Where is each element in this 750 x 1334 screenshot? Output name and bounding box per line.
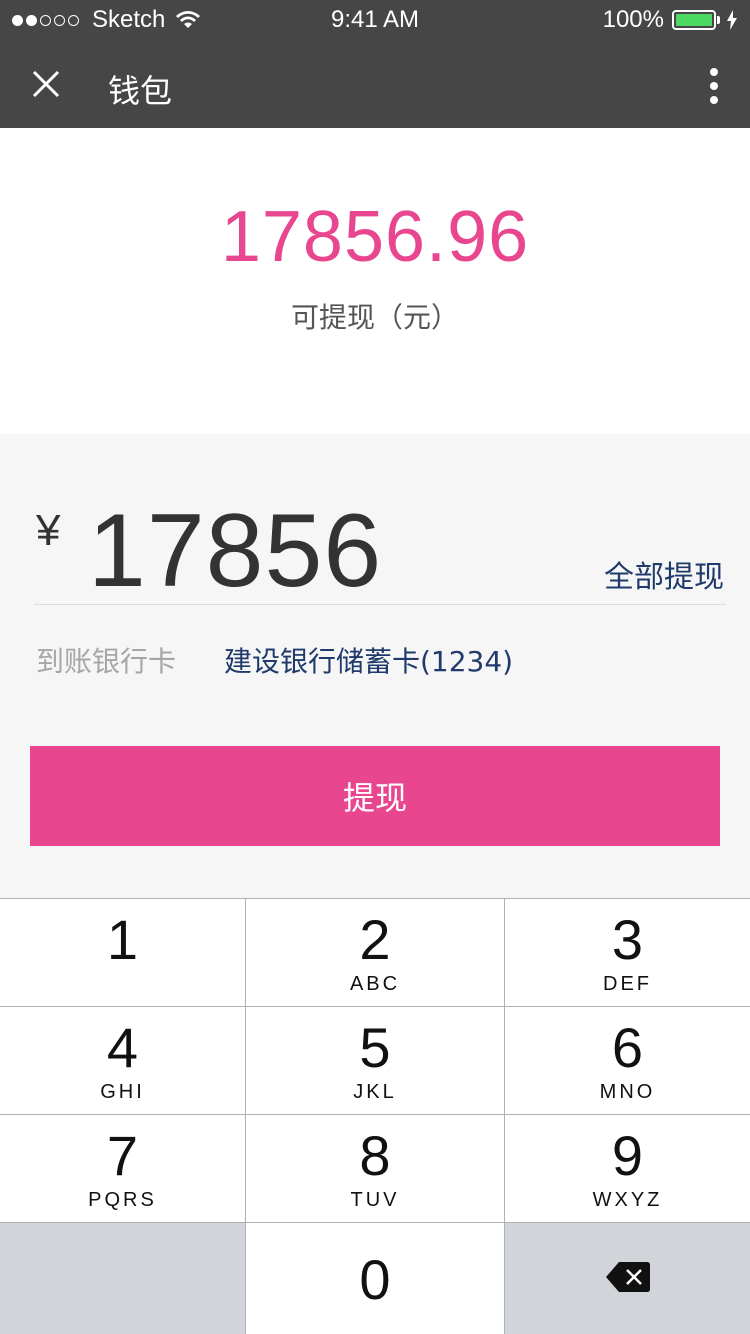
more-dot-icon — [710, 68, 718, 76]
bank-card-label: 到账银行卡 — [36, 645, 177, 678]
key-digit: 3 — [611, 908, 644, 971]
key-letters: JKL — [353, 1081, 397, 1103]
key-letters: WXYZ — [592, 1189, 663, 1211]
status-right: 100% — [603, 6, 738, 34]
page-title: 钱包 — [108, 72, 173, 110]
withdraw-button[interactable]: 提现 — [30, 746, 720, 846]
key-digit: 4 — [106, 1016, 139, 1079]
balance-label: 可提现（元） — [290, 301, 459, 334]
currency-symbol: ¥ — [36, 506, 61, 555]
key-letters: MNO — [599, 1081, 656, 1103]
key-letters: GHI — [100, 1081, 145, 1103]
key-letters: PQRS — [88, 1189, 157, 1211]
balance-amount: 17856.96 — [220, 197, 530, 277]
key-digit: 0 — [359, 1248, 391, 1311]
more-button[interactable] — [698, 64, 730, 108]
battery-icon — [672, 10, 716, 30]
amount-input[interactable]: 17856 — [88, 492, 382, 611]
divider — [34, 604, 726, 605]
withdraw-all-link[interactable]: 全部提现 — [604, 552, 724, 596]
numeric-keypad: 1 2 ABC 3 DEF 4 GHI 5 JKL 6 MNO 7 PQRS 8… — [0, 898, 750, 1334]
key-letters: ABC — [349, 973, 401, 995]
nav-bar: 钱包 — [0, 40, 750, 128]
key-digit: 5 — [359, 1016, 391, 1079]
key-digit: 9 — [611, 1124, 644, 1187]
key-4[interactable]: 4 GHI — [0, 1007, 245, 1114]
key-5[interactable]: 5 JKL — [246, 1007, 504, 1114]
backspace-key[interactable] — [505, 1223, 750, 1334]
battery-percent: 100% — [602, 6, 664, 33]
key-digit: 6 — [611, 1016, 644, 1079]
key-6[interactable]: 6 MNO — [505, 1007, 750, 1114]
close-icon — [32, 70, 60, 98]
key-3[interactable]: 3 DEF — [505, 899, 750, 1006]
key-digit: 8 — [359, 1124, 391, 1187]
more-dot-icon — [710, 96, 718, 104]
close-button[interactable] — [20, 58, 72, 110]
withdraw-panel: ¥ 17856 全部提现 到账银行卡 建设银行储蓄卡(1234) 提现 — [0, 434, 750, 898]
key-1[interactable]: 1 — [0, 899, 245, 1006]
backspace-icon — [606, 1262, 650, 1292]
key-letters: DEF — [603, 973, 652, 995]
key-letters: TUV — [350, 1189, 400, 1211]
key-blank — [0, 1223, 245, 1334]
key-digit: 2 — [359, 908, 391, 971]
key-0[interactable]: 0 — [246, 1223, 504, 1334]
key-8[interactable]: 8 TUV — [246, 1115, 504, 1222]
key-digit: 1 — [106, 908, 139, 971]
key-digit: 7 — [106, 1124, 139, 1187]
status-bar: Sketch 9:41 AM 100% — [0, 0, 750, 40]
battery-cap — [717, 16, 720, 24]
balance-section: 17856.96 可提现（元） — [0, 128, 750, 434]
more-dot-icon — [710, 82, 718, 90]
key-7[interactable]: 7 PQRS — [0, 1115, 245, 1222]
key-9[interactable]: 9 WXYZ — [505, 1115, 750, 1222]
bank-card-selector[interactable]: 建设银行储蓄卡(1234) — [224, 640, 513, 680]
key-2[interactable]: 2 ABC — [246, 899, 504, 1006]
charging-icon — [727, 10, 737, 30]
